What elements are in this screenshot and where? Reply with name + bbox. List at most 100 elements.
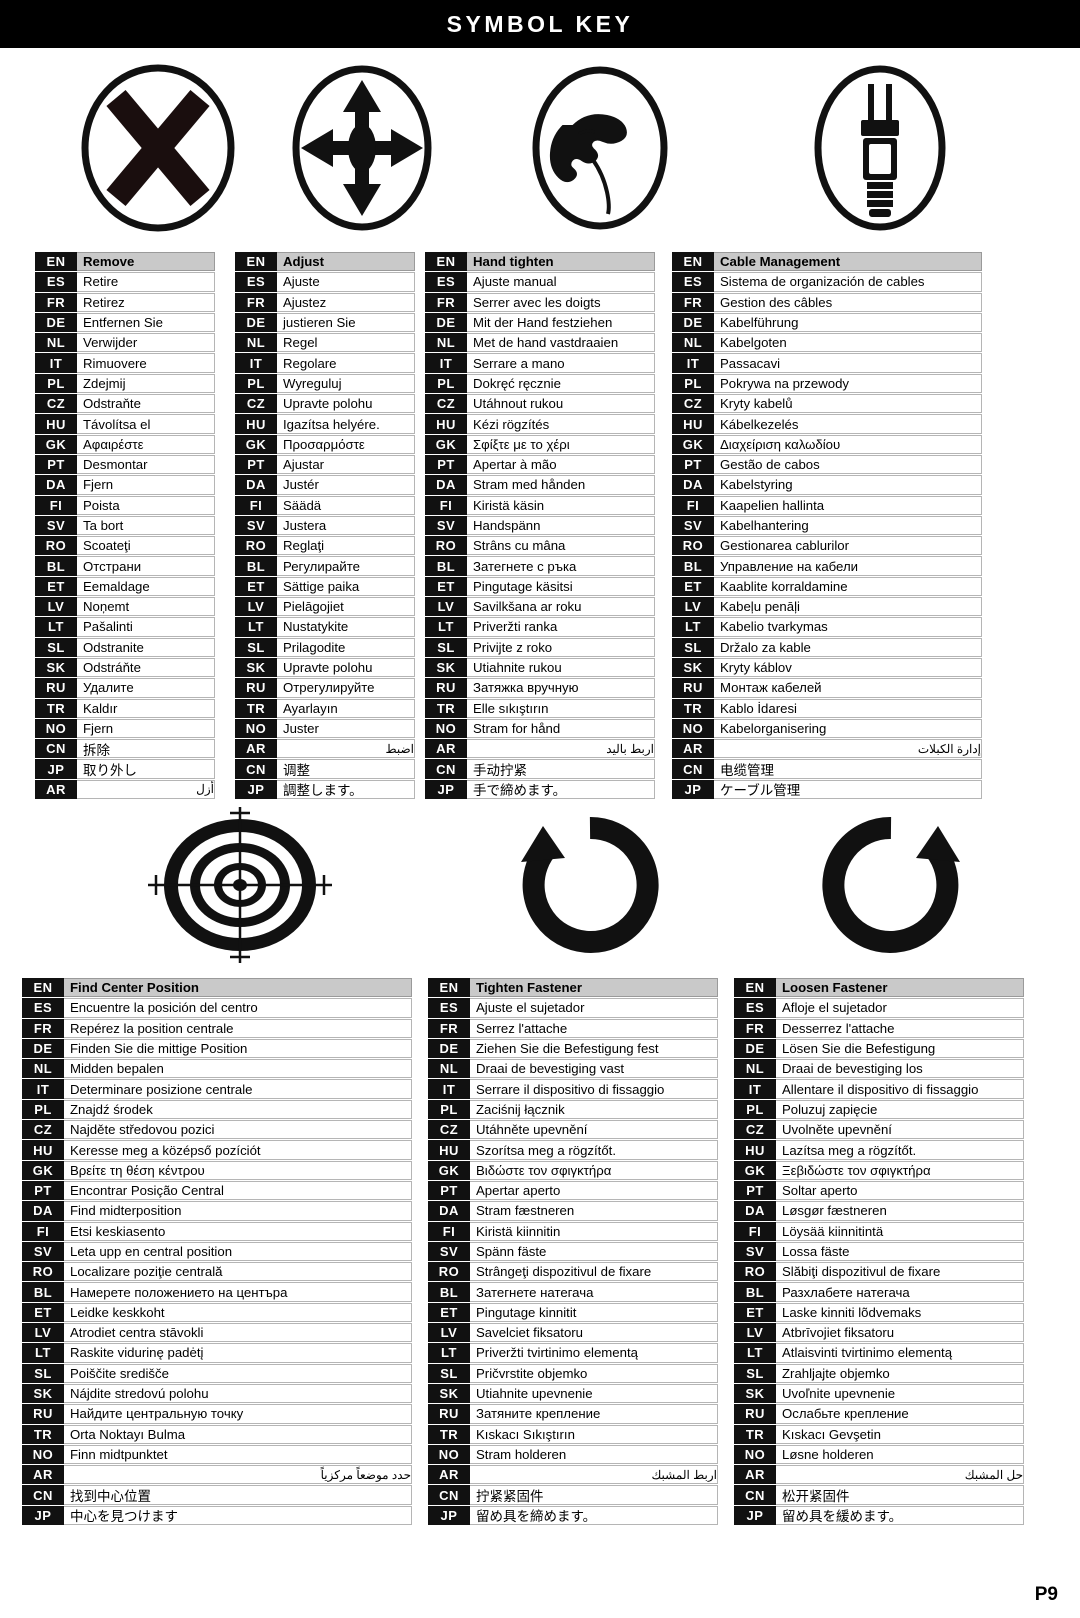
language-code-fi: FI — [22, 1221, 64, 1241]
term-pl: Pokrywa na przewody — [714, 373, 982, 394]
term-ro: Strâns cu mâna — [467, 536, 655, 556]
language-code-fr: FR — [235, 292, 277, 312]
language-code-jp: JP — [672, 779, 714, 800]
language-code-de: DE — [35, 312, 77, 333]
table-row: PL Zdejmij — [35, 373, 215, 394]
term-it: Regolare — [277, 353, 415, 373]
table-row: DA Find midterposition — [22, 1201, 412, 1221]
term-cn: 手动拧紧 — [467, 759, 655, 779]
table-row: SK Nájdite stredovú polohu — [22, 1383, 412, 1404]
table-row: CN 拆除 — [35, 739, 215, 759]
term-no: Juster — [277, 718, 415, 739]
table-row: LT Priveržti tvirtinimo elementą — [428, 1343, 718, 1363]
table-row: NO Juster — [235, 718, 415, 739]
language-code-pl: PL — [35, 373, 77, 394]
term-jp: 調整します。 — [277, 779, 415, 800]
language-code-tr: TR — [22, 1424, 64, 1444]
language-code-pt: PT — [428, 1180, 470, 1201]
table-row: TR Kablo İdaresi — [672, 698, 982, 718]
language-code-sl: SL — [734, 1363, 776, 1383]
term-gk: Ξεβιδώστε τον σφιγκτήρα — [776, 1160, 1024, 1180]
language-code-it: IT — [734, 1079, 776, 1099]
table-row: TR Kıskacı Sıkıştırın — [428, 1424, 718, 1444]
language-code-sv: SV — [35, 515, 77, 536]
term-de: Mit der Hand festziehen — [467, 312, 655, 333]
term-ar: اضبط — [277, 739, 415, 759]
language-code-gk: GK — [22, 1160, 64, 1180]
language-code-fr: FR — [428, 1018, 470, 1038]
table-find-center-position: EN Find Center Position ES Encuentre la pos… — [22, 978, 412, 1526]
language-code-lt: LT — [35, 617, 77, 637]
language-code-sv: SV — [425, 515, 467, 536]
table-row: CN 调整 — [235, 759, 415, 779]
language-code-es: ES — [425, 272, 467, 292]
language-code-jp: JP — [35, 759, 77, 779]
term-ro: Localizare poziţie centrală — [64, 1262, 412, 1282]
language-code-en: EN — [734, 978, 776, 998]
language-code-lv: LV — [235, 597, 277, 617]
table-row: TR Elle sıkıştırın — [425, 698, 655, 718]
language-code-ru: RU — [672, 678, 714, 698]
table-row: FR Gestion des câbles — [672, 292, 982, 312]
table-row: SV Spänn fäste — [428, 1241, 718, 1262]
language-code-es: ES — [235, 272, 277, 292]
table-row: DA Stram med hånden — [425, 475, 655, 495]
language-code-gk: GK — [672, 434, 714, 454]
term-ro: Reglaţi — [277, 536, 415, 556]
term-da: Løsgør fæstneren — [776, 1201, 1024, 1221]
language-code-ru: RU — [425, 678, 467, 698]
table-row: DA Stram fæstneren — [428, 1201, 718, 1221]
term-no: Løsne holderen — [776, 1444, 1024, 1465]
language-code-et: ET — [22, 1302, 64, 1323]
bottom-symbol-icons — [40, 800, 1040, 970]
language-code-bl: BL — [425, 556, 467, 576]
language-code-da: DA — [734, 1201, 776, 1221]
term-nl: Midden bepalen — [64, 1059, 412, 1079]
table-row: LT Atlaisvinti tvirtinimo elementą — [734, 1343, 1024, 1363]
term-cn: 电缆管理 — [714, 759, 982, 779]
term-ro: Gestionarea cablurilor — [714, 536, 982, 556]
table-row: RU Затяните крепление — [428, 1404, 718, 1424]
table-row: DE Entfernen Sie — [35, 312, 215, 333]
term-cz: Uvolněte upevnění — [776, 1120, 1024, 1140]
term-es: Ajuste — [277, 272, 415, 292]
language-code-ro: RO — [428, 1262, 470, 1282]
language-code-cn: CN — [235, 759, 277, 779]
table-row: RO Scoateţi — [35, 536, 215, 556]
term-jp: ケーブル管理 — [714, 779, 982, 800]
table-row: PL Dokręć ręcznie — [425, 373, 655, 394]
term-sv: Handspänn — [467, 515, 655, 536]
language-code-bl: BL — [734, 1282, 776, 1302]
language-code-sk: SK — [672, 657, 714, 678]
table-row: CZ Upravte polohu — [235, 394, 415, 414]
term-fr: Gestion des câbles — [714, 292, 982, 312]
term-cz: Najděte středovou pozici — [64, 1120, 412, 1140]
table-row: CZ Uvolněte upevnění — [734, 1120, 1024, 1140]
table-row: DE Finden Sie die mittige Position — [22, 1038, 412, 1059]
table-row: BL Регулирайте — [235, 556, 415, 576]
term-de: Ziehen Sie die Befestigung fest — [470, 1038, 718, 1059]
language-code-es: ES — [734, 998, 776, 1018]
language-code-pt: PT — [235, 454, 277, 475]
term-bl: Намерете положението на центъра — [64, 1282, 412, 1302]
term-hu: Kábelkezelés — [714, 414, 982, 434]
term-lv: Kabeļu penāļi — [714, 597, 982, 617]
term-pt: Apertar aperto — [470, 1180, 718, 1201]
term-hu: Szorítsa meg a rögzítőt. — [470, 1140, 718, 1160]
language-code-da: DA — [672, 475, 714, 495]
table-row: IT Serrare a mano — [425, 353, 655, 373]
table-row: GK Αφαιρέστε — [35, 434, 215, 454]
term-da: Find midterposition — [64, 1201, 412, 1221]
term-lv: Atrodiet centra stāvokli — [64, 1323, 412, 1343]
table-row: FI Kiristä käsin — [425, 495, 655, 515]
term-sv: Leta upp en central position — [64, 1241, 412, 1262]
language-code-sv: SV — [672, 515, 714, 536]
table-row: FR Repérez la position centrale — [22, 1018, 412, 1038]
table-row: SL Držalo za kable — [672, 637, 982, 657]
language-code-nl: NL — [425, 333, 467, 353]
table-row: CN 找到中心位置 — [22, 1485, 412, 1505]
language-code-en: EN — [22, 978, 64, 998]
language-code-jp: JP — [428, 1505, 470, 1526]
language-code-et: ET — [425, 576, 467, 597]
table-row: RU Удалите — [35, 678, 215, 698]
